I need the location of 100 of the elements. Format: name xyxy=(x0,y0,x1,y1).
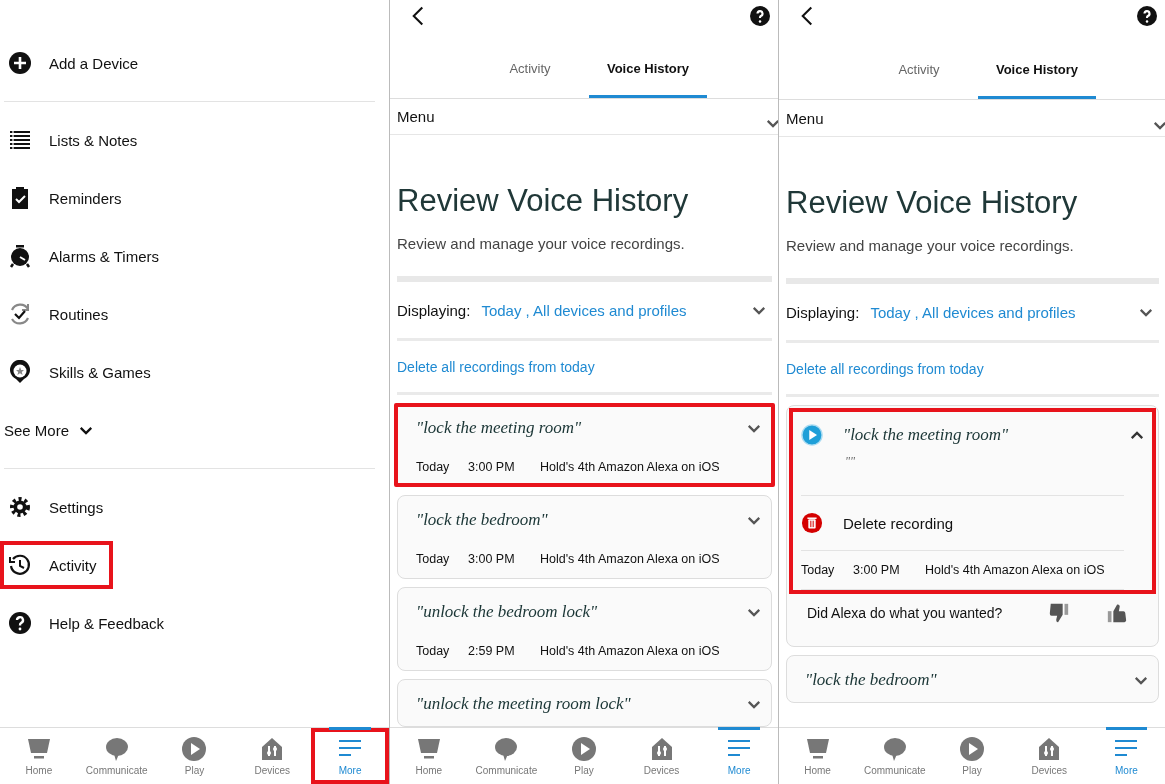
nav-tab[interactable]: Home xyxy=(390,728,468,784)
nav-tab[interactable]: Devices xyxy=(1010,728,1088,784)
chevron-down-icon xyxy=(1139,307,1153,317)
chevron-down-icon xyxy=(752,305,766,315)
recording-card[interactable]: "lock the bedroom" Today 3:00 PM Hold's 4th Amazon Alexa on iOS xyxy=(397,495,772,579)
recording-card[interactable]: "lock the bedroom" xyxy=(786,655,1159,703)
alarm-clock-icon xyxy=(8,244,32,268)
chevron-down-icon xyxy=(1134,675,1148,685)
menu-item[interactable]: Alarms & Timers xyxy=(0,232,175,280)
chevron-down-icon xyxy=(79,425,94,435)
menu-item[interactable]: Reminders xyxy=(0,174,138,222)
device-name: Hold's 4th Amazon Alexa on iOS xyxy=(925,563,1105,577)
tab[interactable]: Activity xyxy=(860,40,978,99)
nav-tab[interactable]: Play xyxy=(155,728,234,784)
recording-date: Today xyxy=(416,460,451,474)
recording-date: Today xyxy=(801,563,836,577)
nav-tab[interactable]: Home xyxy=(0,728,78,784)
recording-card[interactable]: "unlock the bedroom lock" Today 2:59 PM Hold's 4th Amazon Alexa on iOS xyxy=(397,587,772,671)
trash-icon[interactable] xyxy=(801,512,823,534)
device-name: Hold's 4th Amazon Alexa on iOS xyxy=(540,552,720,566)
house-icon xyxy=(1037,736,1062,761)
filter-link[interactable]: Today , All devices and profiles xyxy=(481,301,687,319)
see-more-toggle[interactable]: See More xyxy=(0,409,102,451)
utterance-text: "lock the bedroom" xyxy=(416,510,548,530)
nav-tab[interactable]: More xyxy=(311,728,389,784)
utterance-text: "lock the bedroom" xyxy=(805,670,937,690)
nav-tab[interactable]: Play xyxy=(933,728,1011,784)
chevron-down-icon xyxy=(747,515,761,525)
back-icon[interactable] xyxy=(412,4,424,27)
delete-all-link[interactable]: Delete all recordings from today xyxy=(786,360,984,377)
recording-time: 3:00 PM xyxy=(853,563,901,577)
utterance-text: "unlock the meeting room lock" xyxy=(416,694,631,714)
menu-dropdown[interactable]: Menu xyxy=(390,98,778,135)
recording-date: Today xyxy=(416,552,451,566)
nav-tab[interactable]: More xyxy=(1087,728,1165,784)
menu-dropdown[interactable]: Menu xyxy=(779,100,1165,137)
filter-link[interactable]: Today , All devices and profiles xyxy=(870,303,1076,321)
refresh-check-icon xyxy=(8,302,32,326)
back-icon[interactable] xyxy=(801,5,813,27)
chat-bubble-icon xyxy=(104,736,129,761)
chat-bubble-icon xyxy=(494,736,519,761)
menu-item[interactable]: Help & Feedback xyxy=(0,599,181,647)
star-pin-icon xyxy=(8,360,32,384)
settings-icon xyxy=(8,495,32,519)
recording-card[interactable]: "unlock the meeting room lock" xyxy=(397,679,772,727)
help-icon[interactable] xyxy=(750,5,770,26)
delete-all-link[interactable]: Delete all recordings from today xyxy=(397,358,595,375)
house-icon xyxy=(649,736,674,761)
play-icon xyxy=(182,736,207,761)
chat-bubble-icon xyxy=(882,736,907,761)
plus-circle-icon xyxy=(8,51,32,75)
house-icon xyxy=(260,736,285,761)
tab[interactable]: Voice History xyxy=(589,39,707,98)
utterance-text: "lock the meeting room" xyxy=(843,425,1009,445)
chevron-down-icon xyxy=(747,607,761,617)
menu-item[interactable]: Lists & Notes xyxy=(0,116,154,164)
menu-item[interactable]: Routines xyxy=(0,290,125,338)
utterance-text: "unlock the bedroom lock" xyxy=(416,602,598,622)
thumbs-up-icon[interactable] xyxy=(1106,602,1128,624)
recording-card[interactable]: "lock the meeting room" Today 3:00 PM Hold's 4th Amazon Alexa on iOS xyxy=(394,403,775,487)
recording-time: 3:00 PM xyxy=(468,460,516,474)
chevron-down-icon xyxy=(747,699,761,709)
page-description: Review and manage your voice recordings. xyxy=(397,235,686,252)
menu-item[interactable]: Activity xyxy=(0,541,113,589)
nav-tab[interactable]: More xyxy=(700,728,778,784)
recording-card[interactable]: "lock the meeting room" "" Delete recording Today 3:00 PM Hold's 4th Amazon Alexa on iOS Did Alexa do what you wanted? xyxy=(786,405,1159,647)
chevron-up-icon xyxy=(1130,430,1144,440)
tab[interactable]: Voice History xyxy=(978,40,1096,99)
monitor-icon xyxy=(805,736,830,761)
help-icon[interactable] xyxy=(1137,6,1157,26)
device-name: Hold's 4th Amazon Alexa on iOS xyxy=(540,460,720,474)
nav-tab[interactable]: Play xyxy=(545,728,623,784)
help-icon xyxy=(8,611,32,635)
play-icon[interactable] xyxy=(801,424,823,446)
delete-recording-button[interactable]: Delete recording xyxy=(843,514,954,532)
page-heading: Review Voice History xyxy=(397,183,690,219)
nav-tab[interactable]: Communicate xyxy=(856,728,934,784)
recording-time: 3:00 PM xyxy=(468,552,516,566)
thumbs-down-icon[interactable] xyxy=(1048,602,1070,624)
chevron-down-icon xyxy=(747,423,761,433)
play-icon xyxy=(960,736,984,761)
nav-tab[interactable]: Home xyxy=(779,728,857,784)
menu-item[interactable]: Add a Device xyxy=(0,39,155,87)
device-name: Hold's 4th Amazon Alexa on iOS xyxy=(540,644,720,658)
filter-label: Displaying: xyxy=(397,301,471,319)
nav-tab[interactable]: Devices xyxy=(622,728,701,784)
menu-item[interactable]: Skills & Games xyxy=(0,348,167,396)
monitor-icon xyxy=(416,736,441,761)
nav-tab[interactable]: Devices xyxy=(233,728,312,784)
nav-tab[interactable]: Communicate xyxy=(77,728,156,784)
nav-tab[interactable]: Communicate xyxy=(467,728,546,784)
tab[interactable]: Activity xyxy=(471,39,589,98)
page-heading: Review Voice History xyxy=(786,185,1079,221)
menu-item[interactable]: Settings xyxy=(0,483,120,531)
monitor-icon xyxy=(26,736,51,761)
chevron-down-icon xyxy=(1153,120,1165,130)
response-text: "" xyxy=(845,454,857,469)
filter-label: Displaying: xyxy=(786,303,860,321)
list-icon xyxy=(8,128,32,152)
recording-time: 2:59 PM xyxy=(468,644,516,658)
